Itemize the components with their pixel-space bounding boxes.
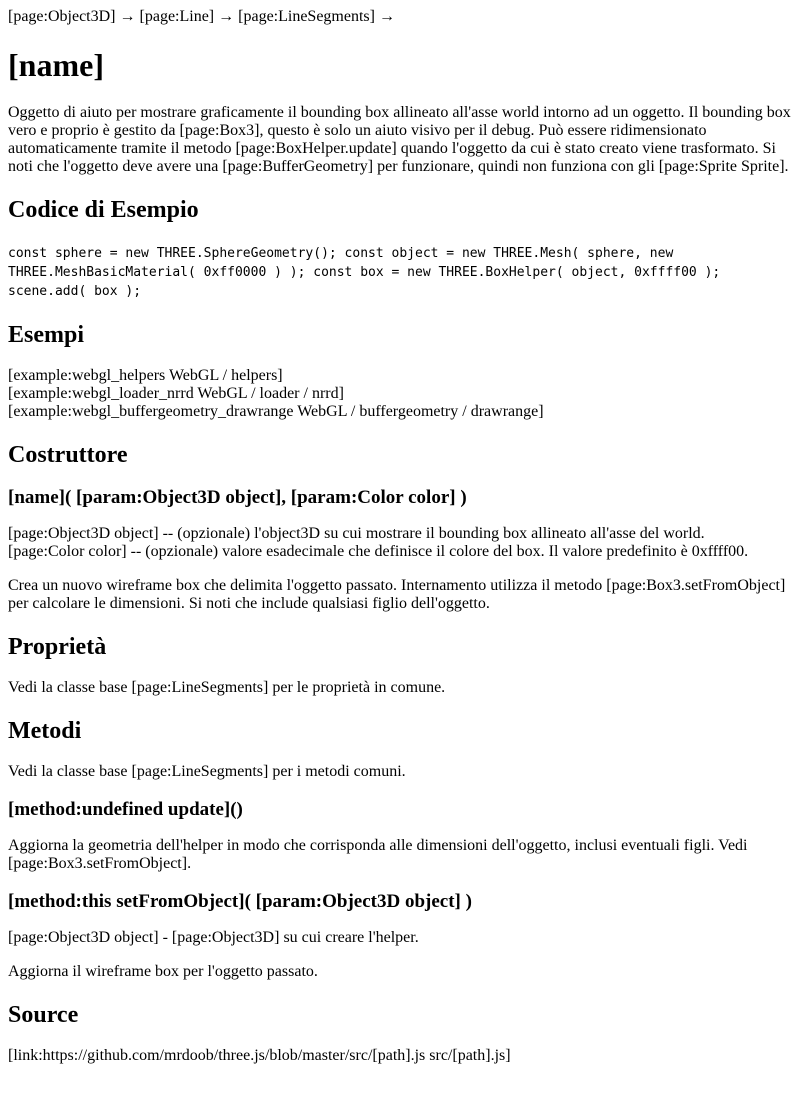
intro-paragraph: Oggetto di aiuto per mostrare graficamen… (8, 104, 791, 175)
param-object: [page:Object3D object] -- (opzionale) l'… (8, 525, 705, 542)
constructor-signature: [name]( [param:Object3D object], [param:… (8, 487, 467, 508)
properties-text: Vedi la classe base [page:LineSegments] … (8, 679, 446, 696)
method-setfromobject-signature: [method:this setFromObject]( [param:Obje… (8, 891, 472, 912)
param-color: [page:Color color] -- (opzionale) valore… (8, 543, 749, 560)
source-heading: Source (8, 1002, 79, 1028)
example-link[interactable]: [example:webgl_loader_nrrd WebGL / loade… (8, 385, 792, 403)
page-title: [name] (8, 47, 104, 83)
examples-heading: Esempi (8, 322, 85, 348)
methods-heading: Metodi (8, 718, 82, 744)
examples-list: [example:webgl_helpers WebGL / helpers] … (8, 367, 792, 421)
constructor-params: [page:Object3D object] -- (opzionale) l'… (8, 525, 792, 561)
method-update-text: Aggiorna la geometria dell'helper in mod… (8, 837, 748, 872)
doc-page: [page:Object3D] → [page:Line] → [page:Li… (0, 0, 800, 1065)
example-heading: Codice di Esempio (8, 197, 199, 223)
constructor-description: Crea un nuovo wireframe box che delimita… (8, 577, 786, 612)
properties-heading: Proprietà (8, 634, 107, 660)
example-code: const sphere = new THREE.SphereGeometry(… (8, 246, 721, 299)
constructor-heading: Costruttore (8, 442, 128, 468)
example-link[interactable]: [example:webgl_buffergeometry_drawrange … (8, 403, 792, 421)
method-setfromobject-param: [page:Object3D object] - [page:Object3D]… (8, 929, 419, 946)
method-update-signature: [method:undefined update]() (8, 799, 243, 820)
source-link[interactable]: [link:https://github.com/mrdoob/three.js… (8, 1047, 792, 1065)
method-setfromobject-text: Aggiorna il wireframe box per l'oggetto … (8, 963, 318, 980)
example-link[interactable]: [example:webgl_helpers WebGL / helpers] (8, 367, 792, 385)
breadcrumb: [page:Object3D] → [page:Line] → [page:Li… (8, 8, 395, 25)
methods-text: Vedi la classe base [page:LineSegments] … (8, 763, 406, 780)
